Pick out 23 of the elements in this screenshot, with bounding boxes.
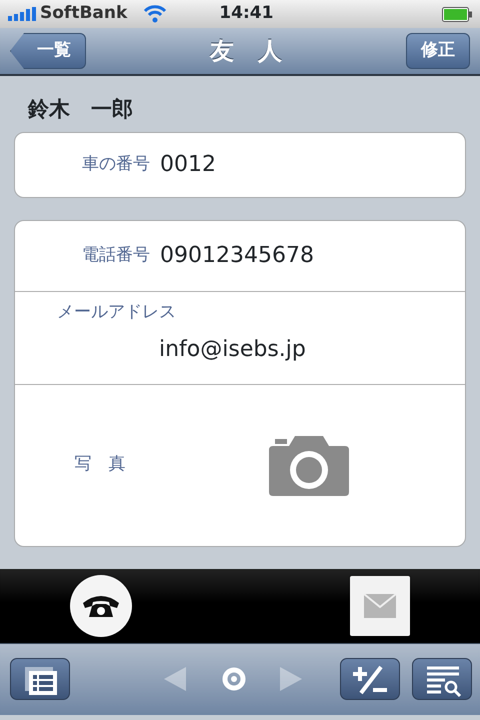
mail-button[interactable] xyxy=(350,576,410,636)
field-label: 電話番号 xyxy=(81,244,150,267)
list-button[interactable] xyxy=(10,658,70,700)
back-button[interactable]: 一覧 xyxy=(10,33,86,69)
signal-icon xyxy=(8,7,36,21)
field-label: メールアドレス xyxy=(57,300,177,324)
battery-icon xyxy=(442,6,472,22)
contact-name: 鈴木 一郎 xyxy=(26,96,134,123)
search-list-button[interactable] xyxy=(412,658,472,700)
camera-icon[interactable] xyxy=(269,434,349,496)
target-icon[interactable] xyxy=(222,667,246,691)
field-value: 0012 xyxy=(160,151,216,179)
phone-button[interactable] xyxy=(70,574,132,636)
clock-time: 14:41 xyxy=(219,2,274,26)
edit-button[interactable]: 修正 xyxy=(406,33,470,69)
screen-title: 友 人 xyxy=(210,36,282,67)
carrier-name: SoftBank xyxy=(40,2,128,26)
wifi-icon xyxy=(143,5,168,23)
photo-label: 写 真 xyxy=(74,453,126,476)
field-label: 車の番号 xyxy=(81,152,150,176)
plus-minus-button[interactable] xyxy=(340,658,400,700)
field-value: info@isebs.jp xyxy=(159,336,307,364)
field-value: 09012345678 xyxy=(160,242,314,270)
